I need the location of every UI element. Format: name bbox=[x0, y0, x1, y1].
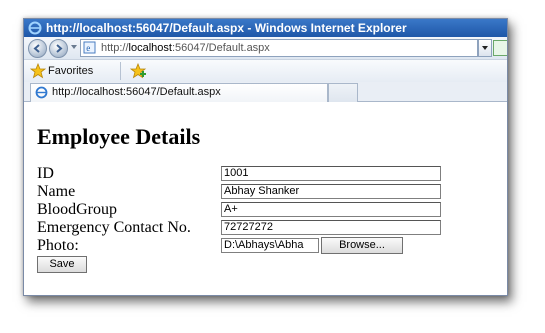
emergency-contact-field[interactable]: 72727272 bbox=[221, 220, 441, 235]
back-icon bbox=[33, 44, 40, 53]
chevron-down-icon bbox=[482, 46, 488, 50]
tab-current[interactable]: http://localhost:56047/Default.aspx bbox=[30, 83, 328, 102]
name-label: Name bbox=[37, 183, 76, 200]
ie-icon bbox=[28, 21, 42, 35]
page-icon bbox=[35, 86, 48, 99]
name-field[interactable]: Abhay Shanker bbox=[221, 184, 441, 199]
recent-pages-dropdown[interactable] bbox=[71, 45, 77, 49]
favorites-bar: Favorites bbox=[24, 60, 507, 83]
favorites-star-icon bbox=[30, 63, 46, 79]
forward-button[interactable] bbox=[49, 39, 68, 58]
title-bar: http://localhost:56047/Default.aspx - Wi… bbox=[24, 19, 507, 37]
emergency-contact-label: Emergency Contact No. bbox=[37, 219, 191, 236]
blood-group-label: BloodGroup bbox=[37, 201, 117, 218]
svg-text:e: e bbox=[86, 43, 90, 53]
add-favorite-icon[interactable] bbox=[130, 63, 148, 79]
tab-strip: http://localhost:56047/Default.aspx bbox=[24, 82, 507, 102]
page-content: Employee Details ID 1001 Name Abhay Shan… bbox=[24, 102, 507, 295]
favorites-separator bbox=[120, 62, 121, 80]
window-title: http://localhost:56047/Default.aspx - Wi… bbox=[46, 21, 407, 35]
new-tab-button[interactable] bbox=[328, 83, 358, 102]
navigation-bar: e http://localhost:56047/Default.aspx bbox=[24, 37, 507, 60]
forward-icon bbox=[56, 44, 63, 53]
address-text: http://localhost:56047/Default.aspx bbox=[101, 42, 270, 54]
photo-label: Photo: bbox=[37, 237, 79, 254]
browse-button[interactable]: Browse... bbox=[321, 237, 403, 254]
id-label: ID bbox=[37, 165, 54, 182]
save-button[interactable]: Save bbox=[37, 256, 87, 273]
blood-group-field[interactable]: A+ bbox=[221, 202, 441, 217]
back-button[interactable] bbox=[28, 39, 47, 58]
browser-window: http://localhost:56047/Default.aspx - Wi… bbox=[23, 18, 508, 296]
page-icon: e bbox=[83, 41, 96, 54]
address-bar[interactable]: e http://localhost:56047/Default.aspx bbox=[80, 39, 478, 57]
photo-path-field[interactable]: D:\Abhays\Abha bbox=[221, 238, 319, 253]
page-title: Employee Details bbox=[37, 124, 201, 149]
compatibility-icon[interactable] bbox=[493, 40, 507, 56]
address-dropdown-button[interactable] bbox=[478, 39, 492, 57]
id-field[interactable]: 1001 bbox=[221, 166, 441, 181]
